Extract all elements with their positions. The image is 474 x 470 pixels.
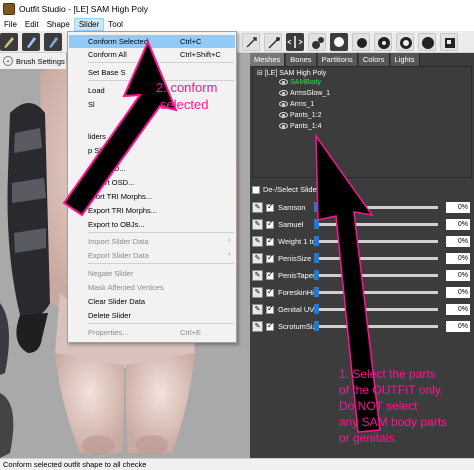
annotation-text: any SAM body parts: [339, 415, 448, 429]
annotation-text: 2. conform: [156, 80, 218, 95]
arrow-to-conform-selected: [62, 39, 178, 217]
annotation-text: of the OUTFIT only.: [339, 383, 444, 397]
annotation-text: Do NOT select: [339, 399, 418, 413]
annotation-text: or genitals.: [339, 431, 398, 445]
annotation-text: selected: [160, 97, 209, 112]
annotation-text: 1. Select the parts: [339, 367, 436, 381]
annotation-step-1: 1. Select the parts of the OUTFIT only. …: [339, 366, 447, 446]
annotation-step-2: 2. conform selected: [156, 79, 217, 113]
